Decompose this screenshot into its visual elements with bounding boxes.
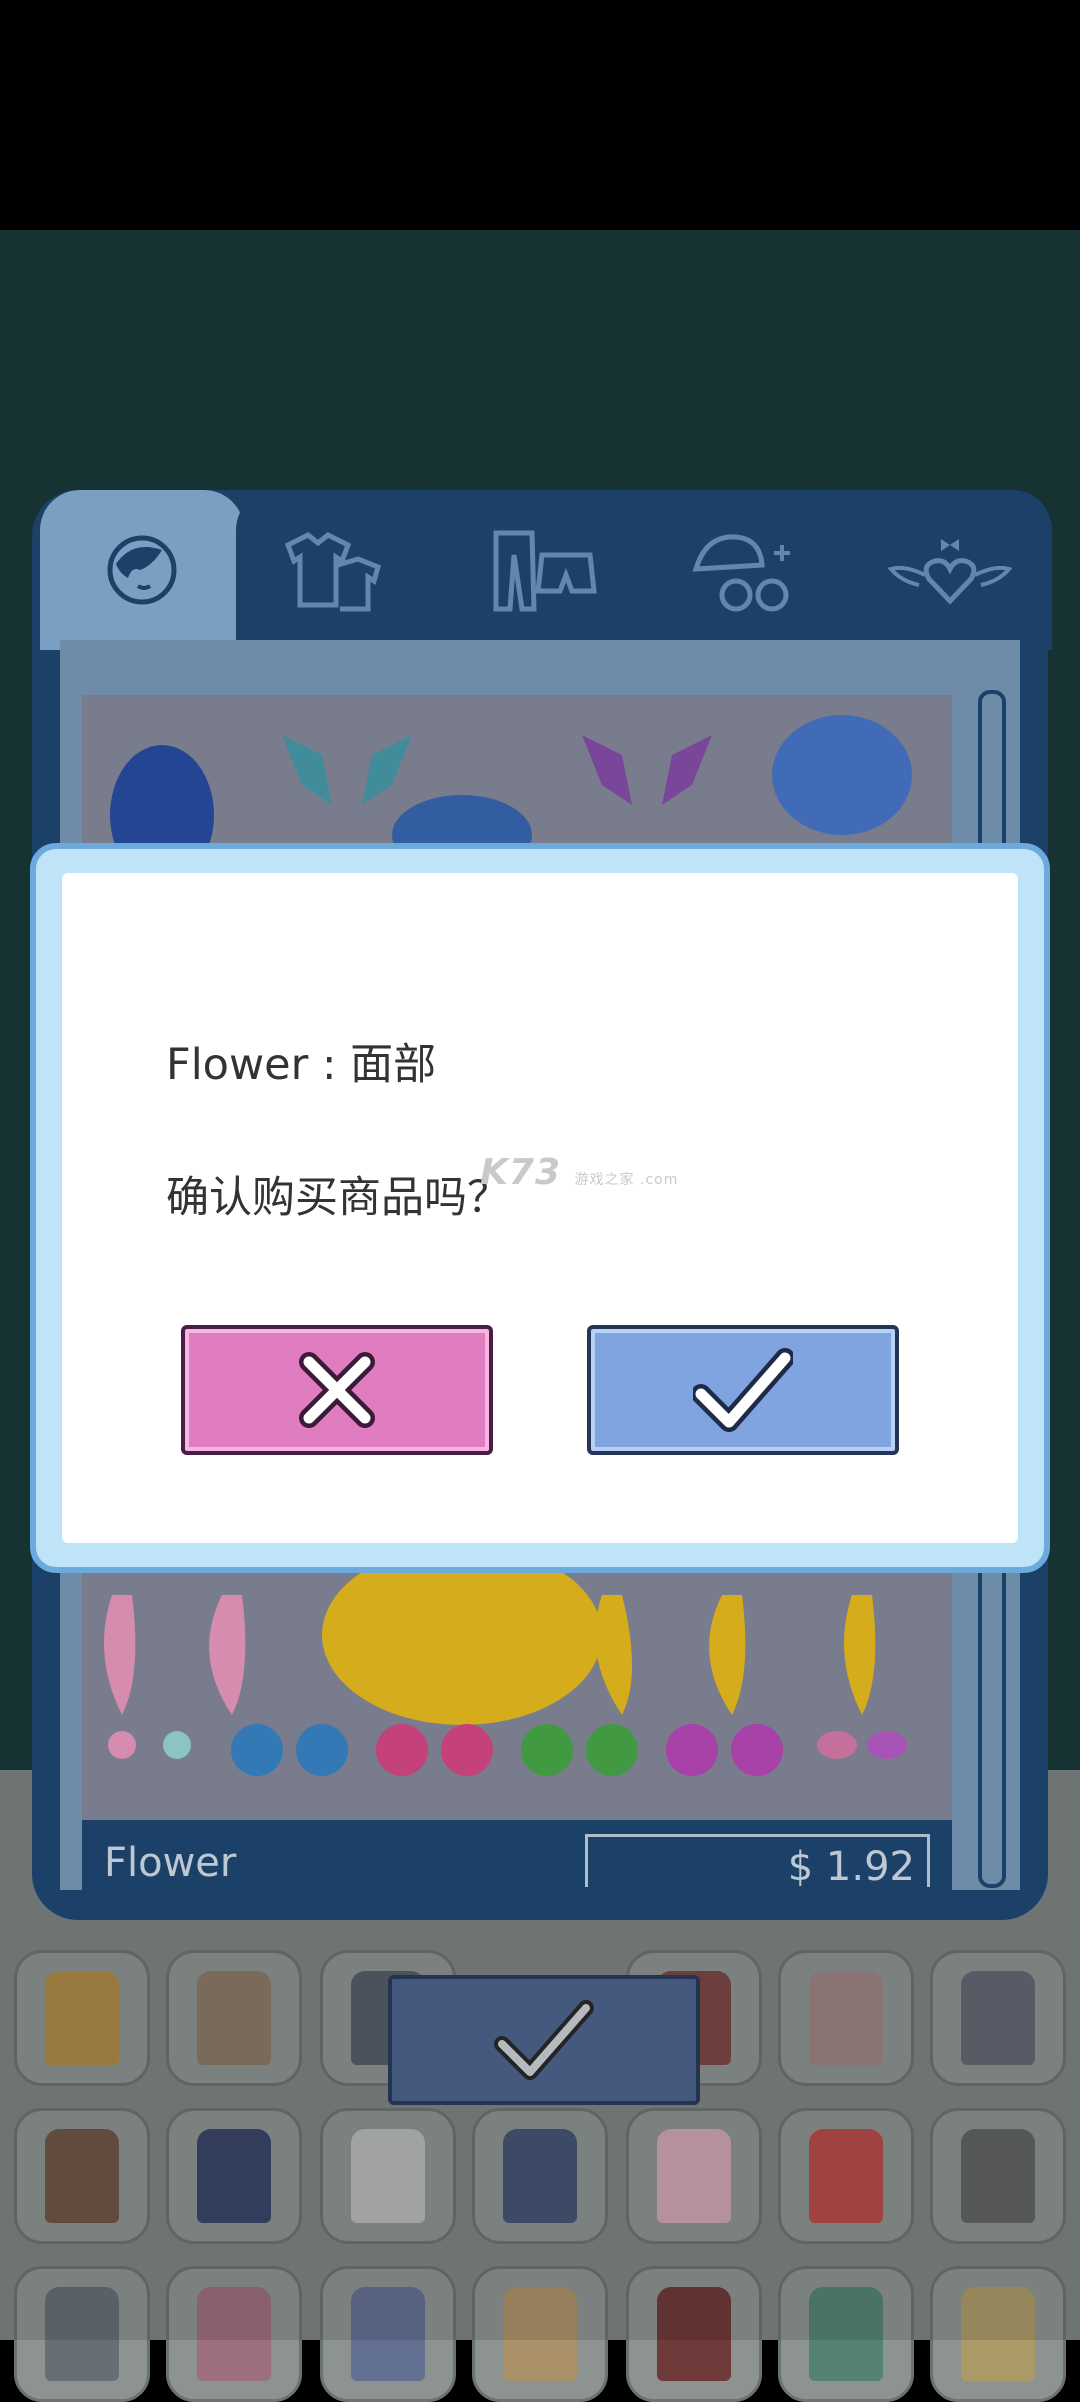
watermark-logo: K73 — [480, 1152, 561, 1193]
cancel-button[interactable] — [181, 1325, 493, 1455]
dialog-title: Flower : 面部 — [166, 1040, 437, 1090]
close-icon — [299, 1352, 375, 1428]
watermark: K73 游戏之家 .com — [480, 1152, 678, 1193]
dialog-message: 确认购买商品吗？ — [166, 1173, 510, 1223]
confirm-button[interactable] — [587, 1325, 899, 1455]
watermark-sub: 游戏之家 .com — [574, 1172, 679, 1188]
checkmark-icon — [693, 1348, 793, 1432]
